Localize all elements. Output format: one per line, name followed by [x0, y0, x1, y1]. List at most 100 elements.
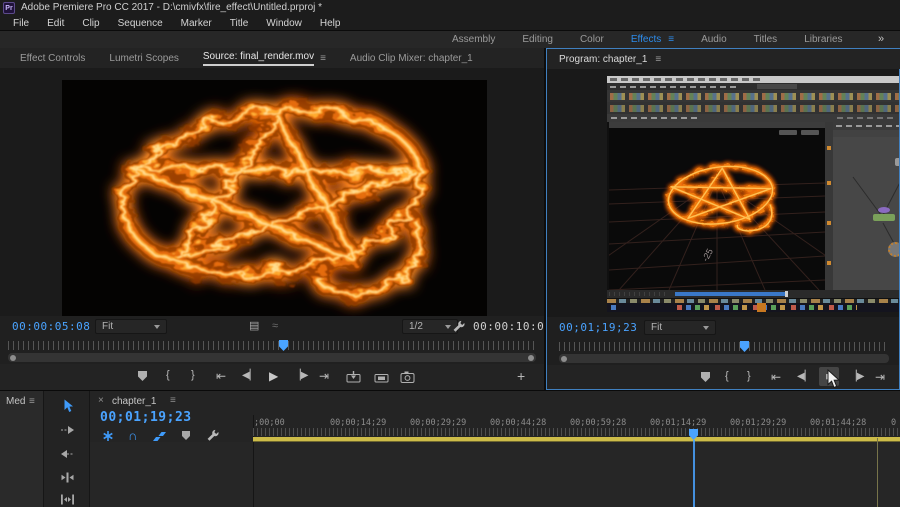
source-zoom-select[interactable]: Fit	[95, 319, 167, 334]
track-select-forward-tool[interactable]	[60, 425, 75, 435]
tab-effect-controls[interactable]: Effect Controls	[8, 53, 97, 64]
ripple-edit-tool[interactable]	[60, 472, 75, 483]
drag-audio-icon[interactable]: ≈	[272, 321, 278, 332]
timeline-settings-wrench-icon[interactable]	[206, 429, 219, 442]
workspace-tab-titles[interactable]: Titles	[754, 34, 778, 45]
timeline-timecode[interactable]: 00;01;19;23	[100, 410, 192, 425]
source-scrub-ruler[interactable]	[8, 341, 536, 350]
play-button[interactable]: ▶	[269, 370, 278, 382]
track-select-backward-tool[interactable]	[60, 449, 75, 459]
houdini-shelf-row-1	[607, 90, 899, 102]
mark-out-icon[interactable]: }	[191, 370, 195, 381]
workspace-tab-libraries[interactable]: Libraries	[804, 34, 842, 45]
step-forward-icon[interactable]: ▕▶	[849, 372, 864, 382]
menu-sequence[interactable]: Sequence	[109, 18, 172, 29]
timeline-marker-icon[interactable]	[182, 431, 190, 440]
step-back-icon[interactable]: ◀▏	[797, 372, 812, 382]
insert-icon[interactable]	[346, 371, 361, 383]
chevron-down-icon	[703, 326, 709, 330]
scrollbar-left-handle[interactable]	[561, 356, 567, 362]
menu-window[interactable]: Window	[257, 18, 311, 29]
linked-selection-icon[interactable]	[152, 431, 167, 442]
program-scrub-ruler[interactable]	[559, 342, 889, 351]
menu-edit[interactable]: Edit	[38, 18, 73, 29]
menu-marker[interactable]: Marker	[172, 18, 221, 29]
mark-out-icon[interactable]: }	[747, 371, 751, 382]
menu-help[interactable]: Help	[311, 18, 350, 29]
goto-in-icon[interactable]: ⇤	[216, 370, 226, 382]
windows-taskbar	[607, 303, 899, 312]
houdini-playbar-ticks	[609, 292, 669, 296]
drag-video-icon[interactable]: ▤	[249, 321, 259, 332]
timeline-ruler[interactable]	[253, 428, 900, 436]
program-zoom-scrollbar[interactable]	[559, 354, 889, 363]
scrollbar-left-handle[interactable]	[10, 355, 16, 361]
overwrite-icon[interactable]	[374, 371, 389, 383]
track-lanes[interactable]	[90, 442, 900, 507]
source-settings-wrench-icon[interactable]	[452, 320, 465, 333]
workspace-tab-assembly[interactable]: Assembly	[452, 34, 495, 45]
rolling-edit-tool[interactable]	[60, 494, 75, 505]
timeline-tab-label[interactable]: chapter_1	[112, 396, 156, 407]
tab-lumetri-scopes[interactable]: Lumetri Scopes	[97, 53, 190, 64]
tab-audio-clip-mixer[interactable]: Audio Clip Mixer: chapter_1	[338, 53, 485, 64]
source-panel-menu-icon[interactable]: ≡	[320, 53, 326, 64]
source-zoom-scrollbar[interactable]	[8, 353, 536, 362]
goto-out-icon[interactable]: ⇥	[875, 371, 885, 383]
workspace-tab-effects-active[interactable]: Effects ≡	[631, 34, 674, 45]
ruler-label: 00;00;29;29	[410, 418, 466, 428]
houdini-shelf-icons-2	[610, 105, 899, 112]
houdini-output-node	[888, 242, 899, 257]
collapsed-media-panel: Med ≡	[0, 391, 44, 507]
taskbar-start-icon	[611, 305, 616, 310]
timeline-tab-close-icon[interactable]: ×	[98, 395, 104, 406]
scrollbar-right-handle[interactable]	[528, 355, 534, 361]
export-frame-camera-icon[interactable]	[400, 371, 415, 383]
add-marker-icon[interactable]	[138, 371, 147, 381]
houdini-toolbar-text	[611, 117, 701, 119]
workspace-overflow-icon[interactable]: »	[878, 33, 884, 45]
tab-program-monitor[interactable]: Program: chapter_1	[559, 54, 647, 65]
source-resolution-select[interactable]: 1/2	[402, 319, 458, 334]
step-forward-icon[interactable]: ▕▶	[293, 371, 308, 381]
program-timecode[interactable]: 00;01;19;23	[559, 321, 637, 334]
selection-tool[interactable]	[62, 399, 74, 413]
nest-sequence-icon[interactable]	[102, 430, 114, 442]
tab-source-monitor-active[interactable]: Source: final_render.mov ≡	[191, 51, 338, 66]
program-panel-menu-icon[interactable]: ≡	[655, 54, 661, 65]
ruler-label: ;00;00	[254, 418, 285, 428]
source-timecode[interactable]: 00:00:05:08	[12, 320, 90, 333]
menu-title[interactable]: Title	[221, 18, 258, 29]
menu-clip[interactable]: Clip	[73, 18, 108, 29]
ruler-label: 00;01;29;29	[730, 418, 786, 428]
collapsed-panel-label[interactable]: Med	[6, 396, 25, 407]
houdini-playbar-progress	[675, 292, 785, 296]
houdini-sidebar-marker	[827, 221, 831, 225]
add-marker-icon[interactable]	[701, 372, 710, 382]
title-bar[interactable]: Pr Adobe Premiere Pro CC 2017 - D:\cmivf…	[0, 0, 900, 16]
houdini-shelf-icons	[610, 93, 899, 100]
button-editor-plus-icon[interactable]: +	[517, 368, 525, 384]
ruler-label: 00;00;14;29	[330, 418, 386, 428]
source-video-frame[interactable]	[62, 80, 487, 316]
timeline-panel-menu-icon[interactable]: ≡	[170, 395, 176, 406]
goto-in-icon[interactable]: ⇤	[771, 371, 781, 383]
workspace-tab-color[interactable]: Color	[580, 34, 604, 45]
workspace-tab-audio[interactable]: Audio	[701, 34, 727, 45]
mark-in-icon[interactable]: {	[725, 371, 729, 382]
workspace-tab-menu-icon[interactable]: ≡	[668, 34, 674, 45]
menu-file[interactable]: File	[4, 18, 38, 29]
goto-out-icon[interactable]: ⇥	[319, 370, 329, 382]
program-zoom-select[interactable]: Fit	[644, 320, 716, 335]
snap-magnet-icon[interactable]: ∩	[128, 428, 137, 443]
menu-bar: File Edit Clip Sequence Marker Title Win…	[0, 16, 900, 31]
timeline-area: Med ≡ × chapter_1 ≡	[0, 390, 900, 507]
step-back-icon[interactable]: ◀▏	[242, 371, 257, 381]
source-panel-tabstrip: Effect Controls Lumetri Scopes Source: f…	[0, 48, 552, 68]
workspace-tab-editing[interactable]: Editing	[522, 34, 553, 45]
collapsed-panel-menu-icon[interactable]: ≡	[29, 396, 35, 407]
mark-in-icon[interactable]: {	[166, 370, 170, 381]
houdini-node-editor	[833, 122, 899, 290]
program-viewer-area: -25	[547, 69, 899, 317]
program-video-frame[interactable]: -25	[607, 76, 899, 312]
